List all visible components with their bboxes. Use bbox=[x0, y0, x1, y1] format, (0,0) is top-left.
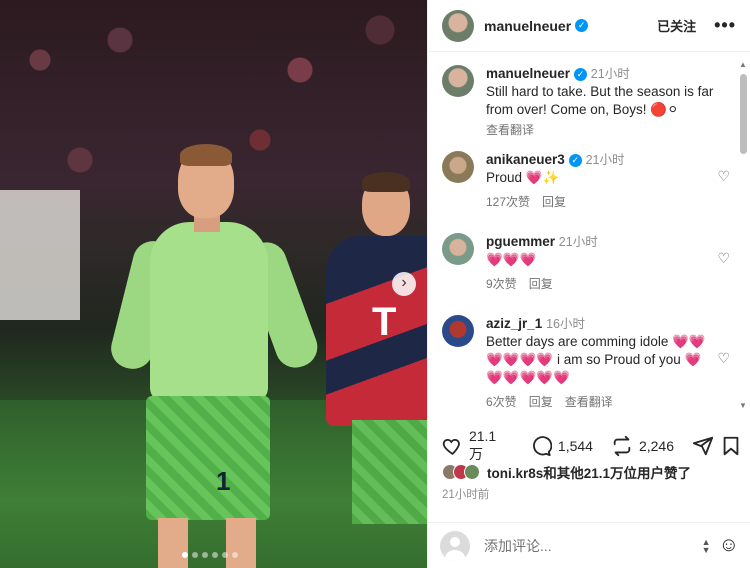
post-side-panel: manuelneuer ✓ 已关注 ••• manuelneuer ✓ 21小时 … bbox=[427, 0, 750, 568]
emoji-icon[interactable]: ☺ bbox=[719, 534, 739, 557]
repost-icon bbox=[613, 435, 631, 457]
goalkeeper-shorts bbox=[146, 396, 270, 520]
like-comment-icon[interactable]: ♡ bbox=[717, 249, 730, 267]
carousel-dot[interactable] bbox=[202, 552, 208, 558]
reply-link[interactable]: 回复 bbox=[529, 277, 553, 291]
avatar bbox=[464, 464, 480, 480]
comment-list[interactable]: manuelneuer ✓ 21小时 Still hard to take. Bu… bbox=[428, 53, 743, 415]
share-button[interactable] bbox=[692, 435, 720, 457]
next-photo-button[interactable]: › bbox=[392, 272, 416, 296]
bookmark-icon bbox=[723, 436, 739, 456]
translate-link[interactable]: 查看翻译 bbox=[565, 395, 613, 409]
comment-icon bbox=[532, 436, 552, 457]
verified-icon: ✓ bbox=[574, 68, 588, 81]
ad-board bbox=[0, 190, 80, 320]
caption-username[interactable]: manuelneuer bbox=[486, 66, 570, 81]
avatar[interactable] bbox=[442, 9, 474, 42]
heart-icon bbox=[442, 439, 460, 455]
caption-time: 21小时 bbox=[590, 67, 630, 81]
comment-text: Proud 💗✨ bbox=[486, 170, 560, 185]
comment-time: 21小时 bbox=[585, 153, 625, 167]
liked-by[interactable]: toni.kr8s和其他21.1万位用户赞了 bbox=[442, 462, 691, 482]
comment-button[interactable]: 1,544 bbox=[530, 435, 593, 457]
player-leg bbox=[158, 518, 188, 568]
username-link[interactable]: manuelneuer bbox=[484, 18, 571, 34]
comment-username[interactable]: anikaneuer3 bbox=[486, 152, 565, 167]
post-header: manuelneuer ✓ 已关注 ••• bbox=[428, 0, 750, 52]
liked-by-rest[interactable]: 和其他21.1万位用户赞了 bbox=[543, 466, 691, 481]
avatar[interactable] bbox=[442, 151, 474, 183]
more-options-icon[interactable]: ••• bbox=[714, 15, 736, 36]
comment-time: 16小时 bbox=[546, 317, 585, 331]
avatar bbox=[440, 530, 470, 561]
liked-by-user[interactable]: toni.kr8s bbox=[487, 466, 543, 481]
scroll-up-icon[interactable]: ▲ bbox=[739, 60, 747, 69]
like-button[interactable]: 21.1 万 bbox=[442, 428, 512, 464]
avatar[interactable] bbox=[442, 315, 474, 347]
comment-item: pguemmer 21小时 💗💗💗 9次赞 回复 ♡ bbox=[442, 233, 732, 293]
comment-item: aziz_jr_1 16小时 Better days are comming i… bbox=[442, 315, 732, 411]
player-hair bbox=[180, 144, 232, 166]
verified-icon: ✓ bbox=[568, 154, 582, 167]
resize-stepper-icon[interactable]: ▲ ▼ bbox=[702, 537, 711, 554]
repost-count: 2,246 bbox=[638, 438, 674, 454]
teammate-shorts bbox=[352, 420, 427, 524]
carousel-dot[interactable] bbox=[212, 552, 218, 558]
send-icon bbox=[692, 436, 714, 456]
avatar[interactable] bbox=[442, 233, 474, 265]
reply-link[interactable]: 回复 bbox=[542, 195, 566, 209]
carousel-dot[interactable] bbox=[222, 552, 228, 558]
teammate-hair bbox=[362, 172, 410, 192]
comment-username[interactable]: pguemmer bbox=[486, 234, 555, 249]
like-comment-icon[interactable]: ♡ bbox=[717, 167, 730, 185]
avatar[interactable] bbox=[442, 65, 474, 97]
carousel-dot[interactable] bbox=[232, 552, 238, 558]
carousel-dot[interactable] bbox=[182, 552, 188, 558]
goalkeeper-jersey bbox=[150, 222, 268, 402]
comment-text: Better days are comming idole 💗💗💗💗💗💗 i a… bbox=[486, 334, 706, 385]
comment-likes[interactable]: 127次赞 bbox=[486, 195, 530, 209]
comment-input[interactable] bbox=[484, 537, 674, 554]
comment-item: anikaneuer3 ✓ 21小时 Proud 💗✨ 127次赞 回复 ♡ bbox=[442, 151, 732, 211]
post-photo[interactable]: 1 T › bbox=[0, 0, 427, 568]
reply-link[interactable]: 回复 bbox=[529, 395, 553, 409]
player-leg bbox=[226, 518, 256, 568]
jersey-number: 1 bbox=[216, 466, 231, 496]
scrollbar[interactable]: ▲ ▼ bbox=[738, 60, 748, 410]
comment-likes[interactable]: 9次赞 bbox=[486, 277, 517, 291]
comment-likes[interactable]: 6次赞 bbox=[486, 395, 517, 409]
following-button[interactable]: 已关注 bbox=[657, 16, 696, 35]
save-button[interactable] bbox=[720, 435, 742, 457]
verified-icon: ✓ bbox=[575, 19, 589, 32]
comment-count: 1,544 bbox=[557, 438, 593, 454]
post-timestamp[interactable]: 21小时前 bbox=[442, 486, 489, 502]
comment-time: 21小时 bbox=[558, 235, 598, 249]
comment-composer: ▲▼ ☺ bbox=[428, 522, 750, 568]
action-bar: 21.1 万 1,544 2,246 bbox=[442, 428, 742, 464]
translate-link[interactable]: 查看翻译 bbox=[486, 123, 534, 137]
scrollbar-thumb[interactable] bbox=[740, 74, 747, 154]
repost-button[interactable]: 2,246 bbox=[611, 435, 674, 457]
caption: manuelneuer ✓ 21小时 Still hard to take. Bu… bbox=[442, 65, 732, 139]
like-count: 21.1 万 bbox=[468, 428, 497, 462]
comment-text: 💗💗💗 bbox=[486, 252, 537, 267]
comment-username[interactable]: aziz_jr_1 bbox=[486, 316, 542, 331]
carousel-dot[interactable] bbox=[192, 552, 198, 558]
like-comment-icon[interactable]: ♡ bbox=[717, 349, 730, 367]
scroll-down-icon[interactable]: ▼ bbox=[739, 401, 747, 410]
sponsor-logo: T bbox=[372, 300, 397, 344]
caption-text: Still hard to take. But the season is fa… bbox=[486, 84, 714, 117]
carousel-dots bbox=[182, 552, 238, 558]
